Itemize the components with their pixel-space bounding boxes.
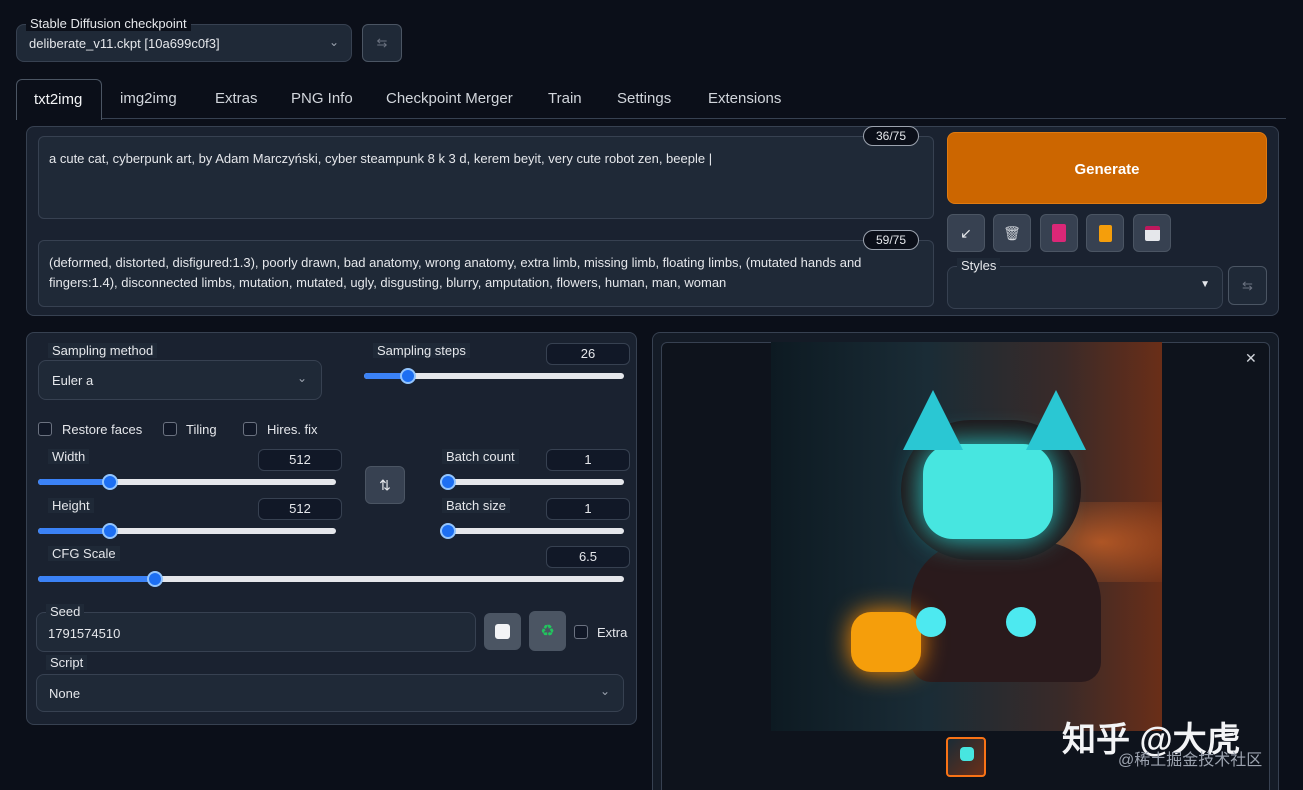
sampling-steps-input[interactable]: 26 bbox=[546, 343, 630, 365]
width-label: Width bbox=[48, 449, 90, 464]
sampling-method-dropdown[interactable]: Euler a ⌄ bbox=[38, 360, 322, 400]
restore-faces-checkbox[interactable] bbox=[38, 422, 52, 436]
batch-size-label: Batch size bbox=[442, 498, 510, 513]
script-value: None bbox=[49, 686, 81, 701]
reuse-seed-button[interactable]: ♻ bbox=[529, 611, 566, 651]
slider-thumb[interactable] bbox=[440, 474, 456, 490]
prompt-text: a cute cat, cyberpunk art, by Adam Marcz… bbox=[49, 151, 713, 166]
small-cat bbox=[851, 612, 921, 672]
sampling-method-label: Sampling method bbox=[48, 343, 158, 358]
prompt-textarea[interactable]: a cute cat, cyberpunk art, by Adam Marcz… bbox=[38, 136, 934, 219]
seed-label: Seed bbox=[46, 604, 85, 619]
tab-extensions[interactable]: Extensions bbox=[708, 90, 781, 107]
generate-label: Generate bbox=[1074, 161, 1140, 178]
light-left bbox=[916, 607, 946, 637]
height-slider[interactable] bbox=[38, 523, 336, 539]
robot-ear-right bbox=[1026, 390, 1086, 450]
light-right bbox=[1006, 607, 1036, 637]
slider-thumb[interactable] bbox=[440, 523, 456, 539]
checkpoint-value: deliberate_v11.ckpt [10a699c0f3] bbox=[29, 36, 220, 51]
clear-prompt-button[interactable]: 🗑 bbox=[993, 214, 1031, 252]
batch-size-slider[interactable] bbox=[440, 523, 624, 539]
generated-image[interactable] bbox=[771, 342, 1162, 731]
chevron-down-icon: ⌄ bbox=[296, 371, 307, 385]
generate-button[interactable]: Generate bbox=[947, 132, 1267, 204]
script-dropdown[interactable]: None ⌄ bbox=[36, 674, 624, 712]
tab-label: txt2img bbox=[34, 91, 83, 108]
read-params-button[interactable]: ↙ bbox=[947, 214, 985, 252]
extra-networks-button[interactable] bbox=[1040, 214, 1078, 252]
chevron-down-icon: ⌄ bbox=[599, 684, 610, 698]
sampling-method-value: Euler a bbox=[52, 373, 94, 388]
clipboard-icon bbox=[1098, 224, 1112, 242]
refresh-icon: ⇆ bbox=[376, 35, 388, 50]
seed-value: 1791574510 bbox=[48, 626, 121, 641]
refresh-styles-button[interactable]: ⇆ bbox=[1228, 266, 1267, 305]
extra-seed-checkbox[interactable] bbox=[574, 625, 588, 639]
restore-faces-label: Restore faces bbox=[62, 422, 143, 437]
swap-dimensions-button[interactable]: ⇅ bbox=[365, 466, 405, 504]
gallery-thumbnail[interactable] bbox=[946, 737, 986, 777]
negative-prompt-textarea[interactable]: (deformed, distorted, disfigured:1.3), p… bbox=[38, 240, 934, 307]
negative-token-counter: 59/75 bbox=[863, 230, 919, 250]
refresh-icon: ⇆ bbox=[1242, 277, 1253, 293]
negative-count: 59/75 bbox=[875, 233, 907, 247]
seed-input[interactable]: 1791574510 bbox=[36, 612, 476, 652]
random-seed-button[interactable] bbox=[484, 613, 521, 650]
dice-icon bbox=[495, 624, 510, 639]
tab-bar bbox=[16, 118, 1286, 119]
script-label: Script bbox=[46, 655, 88, 670]
checkpoint-label: Stable Diffusion checkpoint bbox=[26, 16, 191, 31]
batch-count-input[interactable]: 1 bbox=[546, 449, 630, 471]
negative-prompt-text: (deformed, distorted, disfigured:1.3), p… bbox=[49, 255, 862, 290]
hires-fix-label: Hires. fix bbox=[267, 422, 318, 437]
hires-fix-checkbox[interactable] bbox=[243, 422, 257, 436]
apply-style-button[interactable] bbox=[1086, 214, 1124, 252]
styles-label: Styles bbox=[957, 258, 1001, 273]
tab-checkpoint-merger[interactable]: Checkpoint Merger bbox=[386, 90, 513, 107]
chevron-down-icon: ⌄ bbox=[328, 35, 339, 49]
width-slider[interactable] bbox=[38, 474, 336, 490]
width-input[interactable]: 512 bbox=[258, 449, 342, 471]
floppy-disk-icon bbox=[1144, 225, 1160, 241]
tab-train[interactable]: Train bbox=[548, 90, 582, 107]
height-label: Height bbox=[48, 498, 94, 513]
robot-ear-left bbox=[903, 390, 963, 450]
slider-thumb[interactable] bbox=[101, 474, 118, 490]
cfg-scale-slider[interactable] bbox=[38, 571, 624, 587]
sampling-steps-slider[interactable] bbox=[364, 368, 624, 384]
cfg-scale-input[interactable]: 6.5 bbox=[546, 546, 630, 568]
extra-seed-label: Extra bbox=[597, 625, 628, 640]
tab-png-info[interactable]: PNG Info bbox=[291, 90, 353, 107]
tab-extras[interactable]: Extras bbox=[215, 90, 258, 107]
arrow-down-left-icon: ↙ bbox=[960, 224, 972, 241]
thumbnail-figure bbox=[960, 747, 974, 761]
tiling-checkbox[interactable] bbox=[163, 422, 177, 436]
card-icon bbox=[1052, 224, 1066, 242]
batch-count-label: Batch count bbox=[442, 449, 519, 464]
batch-size-input[interactable]: 1 bbox=[546, 498, 630, 520]
batch-count-slider[interactable] bbox=[440, 474, 624, 490]
swap-icon: ⇅ bbox=[379, 476, 391, 493]
caret-down-icon: ▼ bbox=[1200, 279, 1210, 290]
close-icon[interactable]: ✕ bbox=[1245, 350, 1257, 367]
height-input[interactable]: 512 bbox=[258, 498, 342, 520]
sampling-steps-label: Sampling steps bbox=[373, 343, 470, 358]
prompt-count: 36/75 bbox=[875, 129, 907, 143]
tab-img2img[interactable]: img2img bbox=[120, 90, 177, 107]
robot-face bbox=[923, 444, 1053, 539]
refresh-checkpoint-button[interactable]: ⇆ bbox=[362, 24, 402, 62]
trash-icon: 🗑 bbox=[1003, 224, 1021, 241]
save-style-button[interactable] bbox=[1133, 214, 1171, 252]
slider-thumb[interactable] bbox=[101, 523, 118, 539]
tab-txt2img[interactable]: txt2img bbox=[16, 79, 102, 120]
recycle-icon: ♻ bbox=[540, 623, 555, 640]
watermark-sub: @稀土掘金技术社区 bbox=[1118, 752, 1263, 769]
prompt-token-counter: 36/75 bbox=[863, 126, 919, 146]
cfg-scale-label: CFG Scale bbox=[48, 546, 120, 561]
tiling-label: Tiling bbox=[186, 422, 217, 437]
tab-settings[interactable]: Settings bbox=[617, 90, 671, 107]
